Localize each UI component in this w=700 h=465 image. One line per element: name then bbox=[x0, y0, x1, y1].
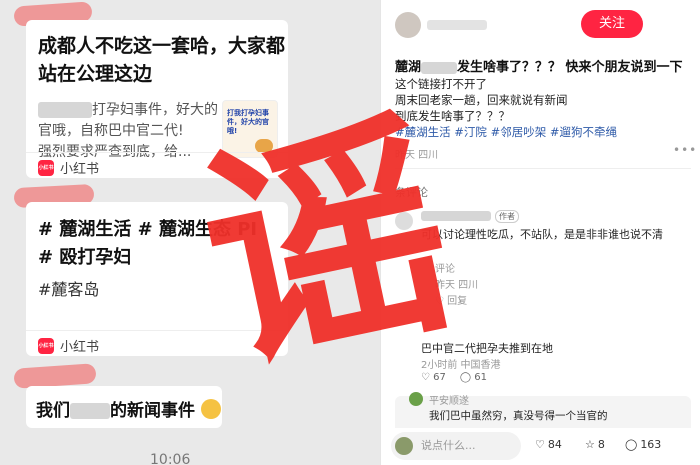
reply-count-button[interactable]: ◯ 61 bbox=[460, 372, 487, 383]
commenter-avatar bbox=[409, 392, 423, 406]
comment-input[interactable]: 说点什么... bbox=[391, 432, 521, 460]
redaction-scribble bbox=[13, 363, 97, 389]
comment-meta: 2小时前 中国香港 bbox=[421, 360, 501, 371]
source-label: 小红书 bbox=[60, 340, 100, 355]
commenter-avatar[interactable] bbox=[395, 212, 413, 230]
thumbnail-text: 打我打孕妇事件，好大的官哦! bbox=[227, 109, 269, 135]
chat-bubble[interactable]: 我们 的新闻事件 bbox=[26, 386, 222, 428]
like-button[interactable]: ♡ 84 bbox=[535, 438, 562, 451]
card-hashtags-line1: # 麓湖生活 # 麓湖生态 PI bbox=[38, 219, 258, 240]
comment-label: 评论 bbox=[435, 264, 455, 275]
xiaohongshu-logo-icon: 小红书 bbox=[38, 337, 54, 354]
shared-card-2[interactable]: # 麓湖生活 # 麓湖生态 PI # 殴打孕妇 #麓客岛 bbox=[26, 202, 288, 356]
star-icon: ☆ bbox=[585, 438, 595, 451]
comment-text: 可以讨论理性吃瓜，不站队，是是非非谁也说不清 bbox=[421, 228, 663, 241]
redacted-username bbox=[421, 211, 491, 221]
redacted-text bbox=[70, 403, 110, 419]
card-body-line2: 官哦，自称巴中官二代! bbox=[38, 123, 184, 139]
thinking-emoji-icon bbox=[200, 399, 221, 419]
post-body-line: 周末回老家一趟，回来就说有新闻 bbox=[395, 93, 568, 107]
post-hashtags[interactable]: #麓湖生活 #汀院 #邻居吵架 #遛狗不牵绳 bbox=[395, 124, 617, 140]
card-thumbnail: 打我打孕妇事件，好大的官哦! bbox=[222, 100, 278, 158]
comment-text: 巴中官二代把孕夫推到在地 bbox=[421, 342, 553, 355]
comment-reply-button[interactable]: ♡ 回复 bbox=[435, 292, 467, 307]
more-icon[interactable]: ••• bbox=[673, 143, 697, 157]
post-meta: 昨天 四川 bbox=[395, 150, 439, 161]
post-title: 麓湖 发生啥事了？？？ 快来个朋友说到一下 bbox=[395, 60, 683, 75]
card-hashtags-line2: # 殴打孕妇 bbox=[38, 247, 132, 268]
user-avatar bbox=[395, 437, 413, 455]
comment-author: 平安顺遂 bbox=[429, 396, 469, 407]
follow-button[interactable]: 关注 bbox=[581, 10, 643, 38]
favorite-button[interactable]: ☆ 8 bbox=[585, 438, 605, 451]
card-source: 小红书 小红书 bbox=[38, 336, 99, 355]
comment-text: 我们巴中虽然穷，真没号得一个当官的 bbox=[429, 410, 608, 422]
like-button[interactable]: ♡ 67 bbox=[421, 372, 446, 383]
card-body-line1: 打孕妇事件，好大的 bbox=[38, 100, 218, 121]
cat-sticker-icon bbox=[255, 139, 273, 153]
shared-card-1[interactable]: 成都人不吃这一套哈，大家都 站在公理这边 打孕妇事件，好大的 官哦，自称巴中官二… bbox=[26, 20, 288, 178]
bubble-text: 我们 的新闻事件 bbox=[36, 396, 221, 421]
bottom-action-bar: 说点什么... ♡ 84 ☆ 8 ◯ 163 bbox=[381, 428, 700, 465]
comment-actions: ♡ 67 ◯ 61 bbox=[421, 372, 487, 383]
redacted-text bbox=[421, 61, 458, 74]
source-label: 小红书 bbox=[60, 162, 100, 177]
post-body-line: 这个链接打不开了 bbox=[395, 77, 487, 91]
redacted-username bbox=[427, 20, 487, 30]
comment-bubble-icon: ◯ bbox=[625, 438, 638, 451]
post-body-line: 到底发生啥事了？？？ bbox=[395, 109, 510, 123]
post-screenshot: 关注 麓湖 发生啥事了？？？ 快来个朋友说到一下 这个链接打不开了 周末回老家一趟… bbox=[380, 0, 700, 465]
divider bbox=[395, 168, 691, 169]
comment-meta: 昨天 四川 bbox=[435, 280, 479, 291]
author-avatar[interactable] bbox=[395, 12, 421, 38]
card-title-line2: 站在公理这边 bbox=[38, 63, 153, 85]
comments-count: 条评论 bbox=[395, 186, 428, 199]
card-divider bbox=[26, 330, 288, 331]
post-body: 这个链接打不开了 周末回老家一趟，回来就说有新闻 到底发生啥事了？？？ bbox=[395, 76, 695, 124]
chat-screenshot: 成都人不吃这一套哈，大家都 站在公理这边 打孕妇事件，好大的 官哦，自称巴中官二… bbox=[0, 0, 380, 465]
comment-button[interactable]: ◯ 163 bbox=[625, 438, 661, 451]
chat-timestamp: 10:06 bbox=[150, 452, 191, 465]
card-source: 小红书 小红书 bbox=[38, 158, 99, 177]
card-divider bbox=[26, 152, 288, 153]
comment-author: 作者 bbox=[421, 210, 519, 223]
heart-icon: ♡ bbox=[535, 438, 545, 451]
card-title-line1: 成都人不吃这一套哈，大家都 bbox=[38, 35, 286, 57]
author-badge: 作者 bbox=[495, 210, 519, 223]
redacted-text bbox=[38, 102, 92, 118]
card-hashtags-line3: #麓客岛 bbox=[38, 280, 100, 299]
xiaohongshu-logo-icon: 小红书 bbox=[38, 159, 54, 176]
